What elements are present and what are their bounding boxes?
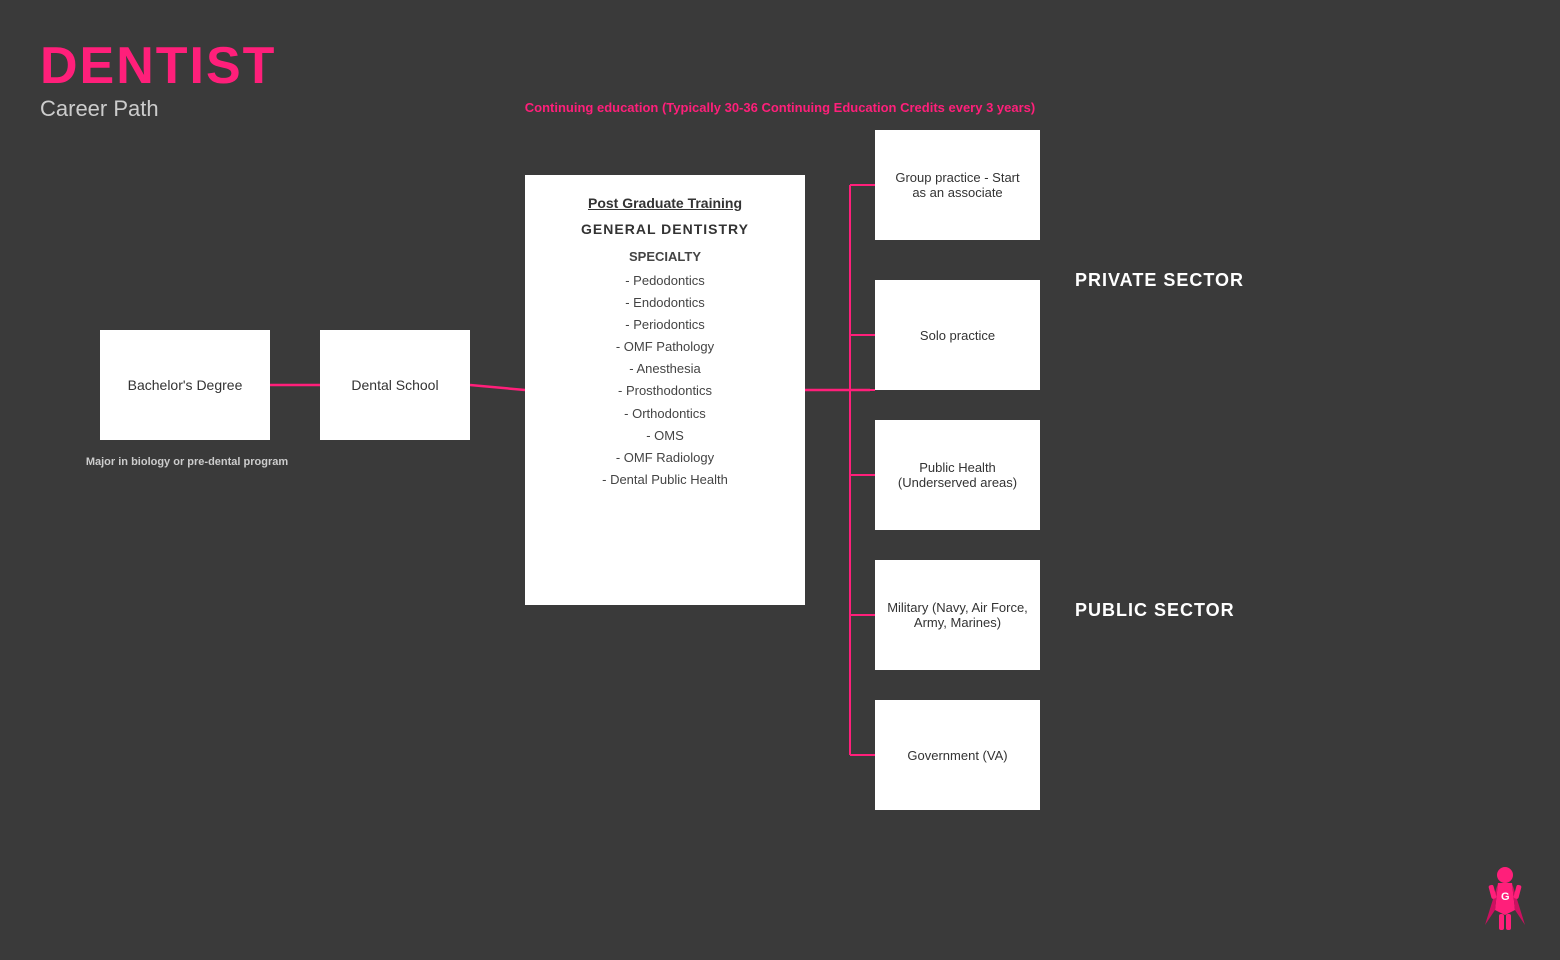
bachelor-label: Bachelor's Degree — [128, 377, 243, 393]
postgrad-specialty-title: SPECIALTY — [629, 249, 701, 264]
solo-label: Solo practice — [920, 328, 995, 343]
dental-school-box: Dental School — [320, 330, 470, 440]
public-sector-label: PUBLIC SECTOR — [1075, 600, 1235, 621]
postgrad-box: Post Graduate Training GENERAL DENTISTRY… — [525, 175, 805, 605]
group-practice-box: Group practice - Start as an associate — [875, 130, 1040, 240]
private-sector-label: PRIVATE SECTOR — [1075, 270, 1244, 291]
military-box: Military (Navy, Air Force, Army, Marines… — [875, 560, 1040, 670]
title-area: DENTIST Career Path — [40, 40, 276, 122]
dental-label: Dental School — [351, 377, 438, 393]
logo-area: G — [1480, 865, 1530, 940]
govt-box: Government (VA) — [875, 700, 1040, 810]
page-title: DENTIST — [40, 40, 276, 92]
logo-icon: G — [1480, 865, 1530, 935]
public-health-box: Public Health (Underserved areas) — [875, 420, 1040, 530]
govt-label: Government (VA) — [907, 748, 1007, 763]
military-label: Military (Navy, Air Force, Army, Marines… — [887, 600, 1028, 630]
bachelor-note: Major in biology or pre-dental program — [82, 455, 292, 470]
page-subtitle: Career Path — [40, 96, 276, 122]
solo-practice-box: Solo practice — [875, 280, 1040, 390]
postgrad-general: GENERAL DENTISTRY — [581, 221, 749, 237]
postgrad-items: - Pedodontics - Endodontics - Periodonti… — [602, 270, 728, 491]
bachelor-box: Bachelor's Degree — [100, 330, 270, 440]
postgrad-title: Post Graduate Training — [588, 195, 742, 211]
group-label: Group practice - Start as an associate — [887, 170, 1028, 200]
svg-text:G: G — [1501, 891, 1510, 903]
continuing-ed-label: Continuing education (Typically 30-36 Co… — [525, 100, 1035, 115]
publichealth-label: Public Health (Underserved areas) — [887, 460, 1028, 490]
